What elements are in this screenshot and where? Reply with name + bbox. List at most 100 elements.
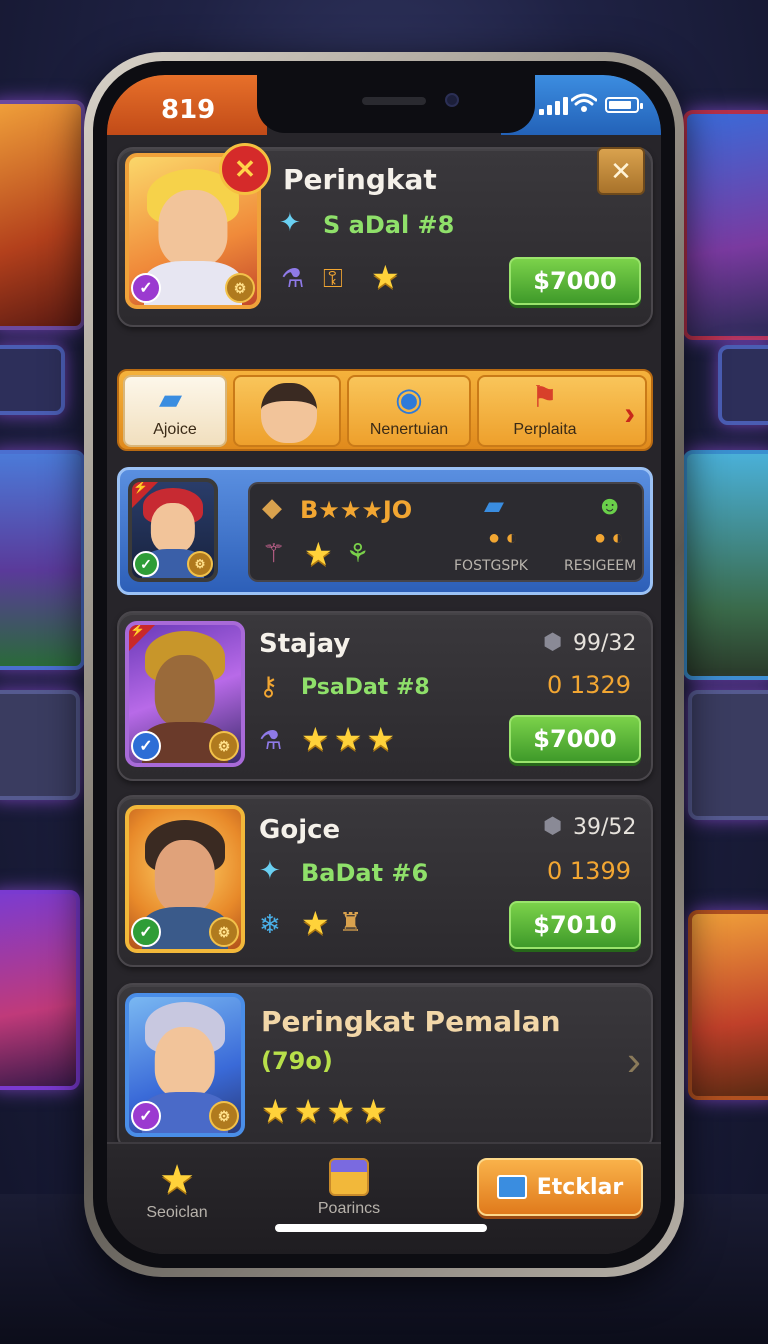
category-tabs: ▰ Ajoice ◉ Nenertuian ⚑ Perplaita › (117, 369, 653, 451)
arcade-screen (683, 450, 768, 680)
arcade-control-panel (0, 690, 80, 800)
arcade-screen (688, 910, 768, 1100)
star-icon: ★ (366, 721, 396, 757)
arcade-screen (0, 100, 85, 330)
check-badge-icon: ✓ (131, 1101, 161, 1131)
leaderboard-card[interactable]: ✓ ⚙ Peringkat Pemalan (79o) ★ ★ ★ ★ › (117, 983, 653, 1151)
arcade-screen (718, 345, 768, 425)
check-badge-icon: ✓ (131, 731, 161, 761)
star-icon: ★ (301, 905, 330, 941)
player-price-button[interactable]: $7000 (509, 715, 641, 763)
arcade-screen (0, 450, 85, 670)
potion-icon: ⚗ (281, 263, 305, 293)
key-icon: ⚿ (323, 263, 343, 293)
highlight-details: ◆ B★★★JO ⚚ ★ ⚘ ▰ ● ◐ FOSTGSPK ☻ ● ◐ RESI… (248, 482, 644, 582)
player-score: 0 1399 (547, 857, 631, 885)
tab-ajoice[interactable]: ▰ Ajoice (123, 375, 227, 447)
nav-label: Seoiclan (146, 1204, 208, 1221)
leaderboard-count: (79o) (261, 1047, 333, 1075)
notch (257, 75, 535, 133)
tab-nenertuian[interactable]: ◉ Nenertuian (347, 375, 471, 447)
phone-frame: 819 ✓ ⚙ ✕ Peringkat ✦ S aDal #8 ⚗ ⚿ ★ $7… (84, 52, 684, 1277)
speaker (362, 97, 426, 105)
camera (445, 93, 459, 107)
star-icon: ★ (304, 536, 333, 572)
leaderboard-rating: ★ ★ ★ ★ (261, 1095, 388, 1127)
player-card[interactable]: ✓ ⚙ Gojce ✦ BaDat #6 ❄ ★ ♜ ⬢ 39/52 0 139… (117, 795, 653, 967)
profile-title: Peringkat (283, 163, 437, 196)
player-score: 0 1329 (547, 671, 631, 699)
emblem-icon: ⚙ (209, 917, 239, 947)
gem-icon: ● ◐ (488, 527, 518, 549)
player-price-button[interactable]: $7010 (509, 901, 641, 949)
nav-label: Poarincs (317, 1200, 381, 1217)
home-indicator[interactable] (275, 1224, 487, 1232)
arcade-screen (683, 110, 768, 340)
etcklar-button[interactable]: Etcklar (477, 1158, 643, 1216)
chevron-right-icon[interactable]: › (624, 395, 635, 432)
crystal-icon: ❄ (259, 909, 281, 939)
chevron-right-icon[interactable]: › (627, 1037, 641, 1085)
highlight-rating: ★ (304, 538, 333, 570)
sparkle-icon: ✦ (259, 855, 281, 885)
mail-icon (496, 1175, 527, 1199)
star-icon: ★ (261, 1093, 290, 1129)
bottom-nav: ★ Seoiclan Poarincs Etcklar (107, 1142, 661, 1254)
stat-label-2: RESIGEEM (564, 558, 637, 574)
close-button[interactable]: ✕ (597, 147, 645, 195)
player-rating: ★ (301, 907, 330, 939)
treasure-icon (329, 1158, 369, 1196)
player-rank: 99/32 (573, 631, 637, 656)
check-badge-icon: ✓ (131, 917, 161, 947)
nav-poarincs[interactable]: Poarincs (299, 1158, 399, 1218)
player-avatar: ⚡ ✓ ⚙ (125, 621, 245, 767)
check-badge-icon: ✓ (131, 273, 161, 303)
tab-character[interactable] (233, 375, 341, 447)
status-bar: 819 (107, 75, 661, 135)
leaderboard-avatar: ✓ ⚙ (125, 993, 245, 1137)
ticket-icon: ▰ (159, 383, 183, 416)
chess-icon: ♜ (339, 907, 363, 937)
player-rank: 39/52 (573, 815, 637, 840)
profile-subtitle: S aDal #8 (323, 211, 455, 239)
etcklar-label: Etcklar (536, 1174, 624, 1200)
app-screen: 819 ✓ ⚙ ✕ Peringkat ✦ S aDal #8 ⚗ ⚿ ★ $7… (107, 75, 661, 1254)
card-icon: ▰ (484, 490, 504, 520)
leaderboard-title: Peringkat Pemalan (261, 1005, 561, 1038)
tab-perplaita[interactable]: ⚑ Perplaita › (477, 375, 647, 447)
sprout-icon: ⚘ (346, 538, 370, 568)
player-subtitle: BaDat #6 (301, 859, 429, 887)
smile-icon: ☻ (596, 490, 624, 520)
emblem-icon: ⚙ (209, 731, 239, 761)
profile-rating: ★ (371, 261, 400, 293)
profile-card: ✓ ⚙ ✕ Peringkat ✦ S aDal #8 ⚗ ⚿ ★ $7000 … (117, 143, 653, 327)
arcade-screen (0, 345, 65, 415)
star-icon: ★ (159, 1158, 195, 1202)
stat-label-1: FOSTGSPK (454, 558, 528, 574)
close-icon[interactable]: ✕ (219, 143, 271, 195)
player-avatar: ✓ ⚙ (125, 805, 245, 953)
character-avatar (261, 383, 317, 443)
highlight-card[interactable]: ⚡ ✓ ⚙ ◆ B★★★JO ⚚ ★ ⚘ ▰ ● ◐ FOSTGSPK ☻ ● … (117, 467, 653, 595)
profile-price-button[interactable]: $7000 (509, 257, 641, 305)
highlight-label: B★★★JO (300, 496, 413, 524)
player-subtitle: PsaDat #8 (301, 675, 430, 700)
gem-icon: ● ◐ (594, 527, 624, 549)
star-icon: ★ (301, 721, 330, 757)
emblem-icon: ⚙ (187, 551, 213, 577)
tab-label: Perplaita (513, 421, 577, 438)
star-icon: ★ (359, 1093, 388, 1129)
wand-icon: ⚚ (262, 538, 286, 568)
shield-icon: ⬢ (543, 813, 563, 838)
star-icon: ★ (326, 1093, 356, 1129)
star-icon: ★ (333, 721, 363, 757)
chest-icon: ◆ (262, 492, 282, 522)
player-card[interactable]: ⚡ ✓ ⚙ Stajay ⚷ PsaDat #8 ⚗ ★ ★ ★ ⬢ 99/32… (117, 611, 653, 781)
arcade-screen (0, 890, 80, 1090)
globe-icon: ◉ (395, 381, 423, 417)
nav-seoiclan[interactable]: ★ Seoiclan (137, 1160, 217, 1222)
wifi-icon (571, 93, 597, 112)
emblem-icon: ⚙ (225, 273, 255, 303)
shield-icon: ⬢ (543, 629, 563, 654)
phone-bezel: 819 ✓ ⚙ ✕ Peringkat ✦ S aDal #8 ⚗ ⚿ ★ $7… (93, 61, 675, 1268)
